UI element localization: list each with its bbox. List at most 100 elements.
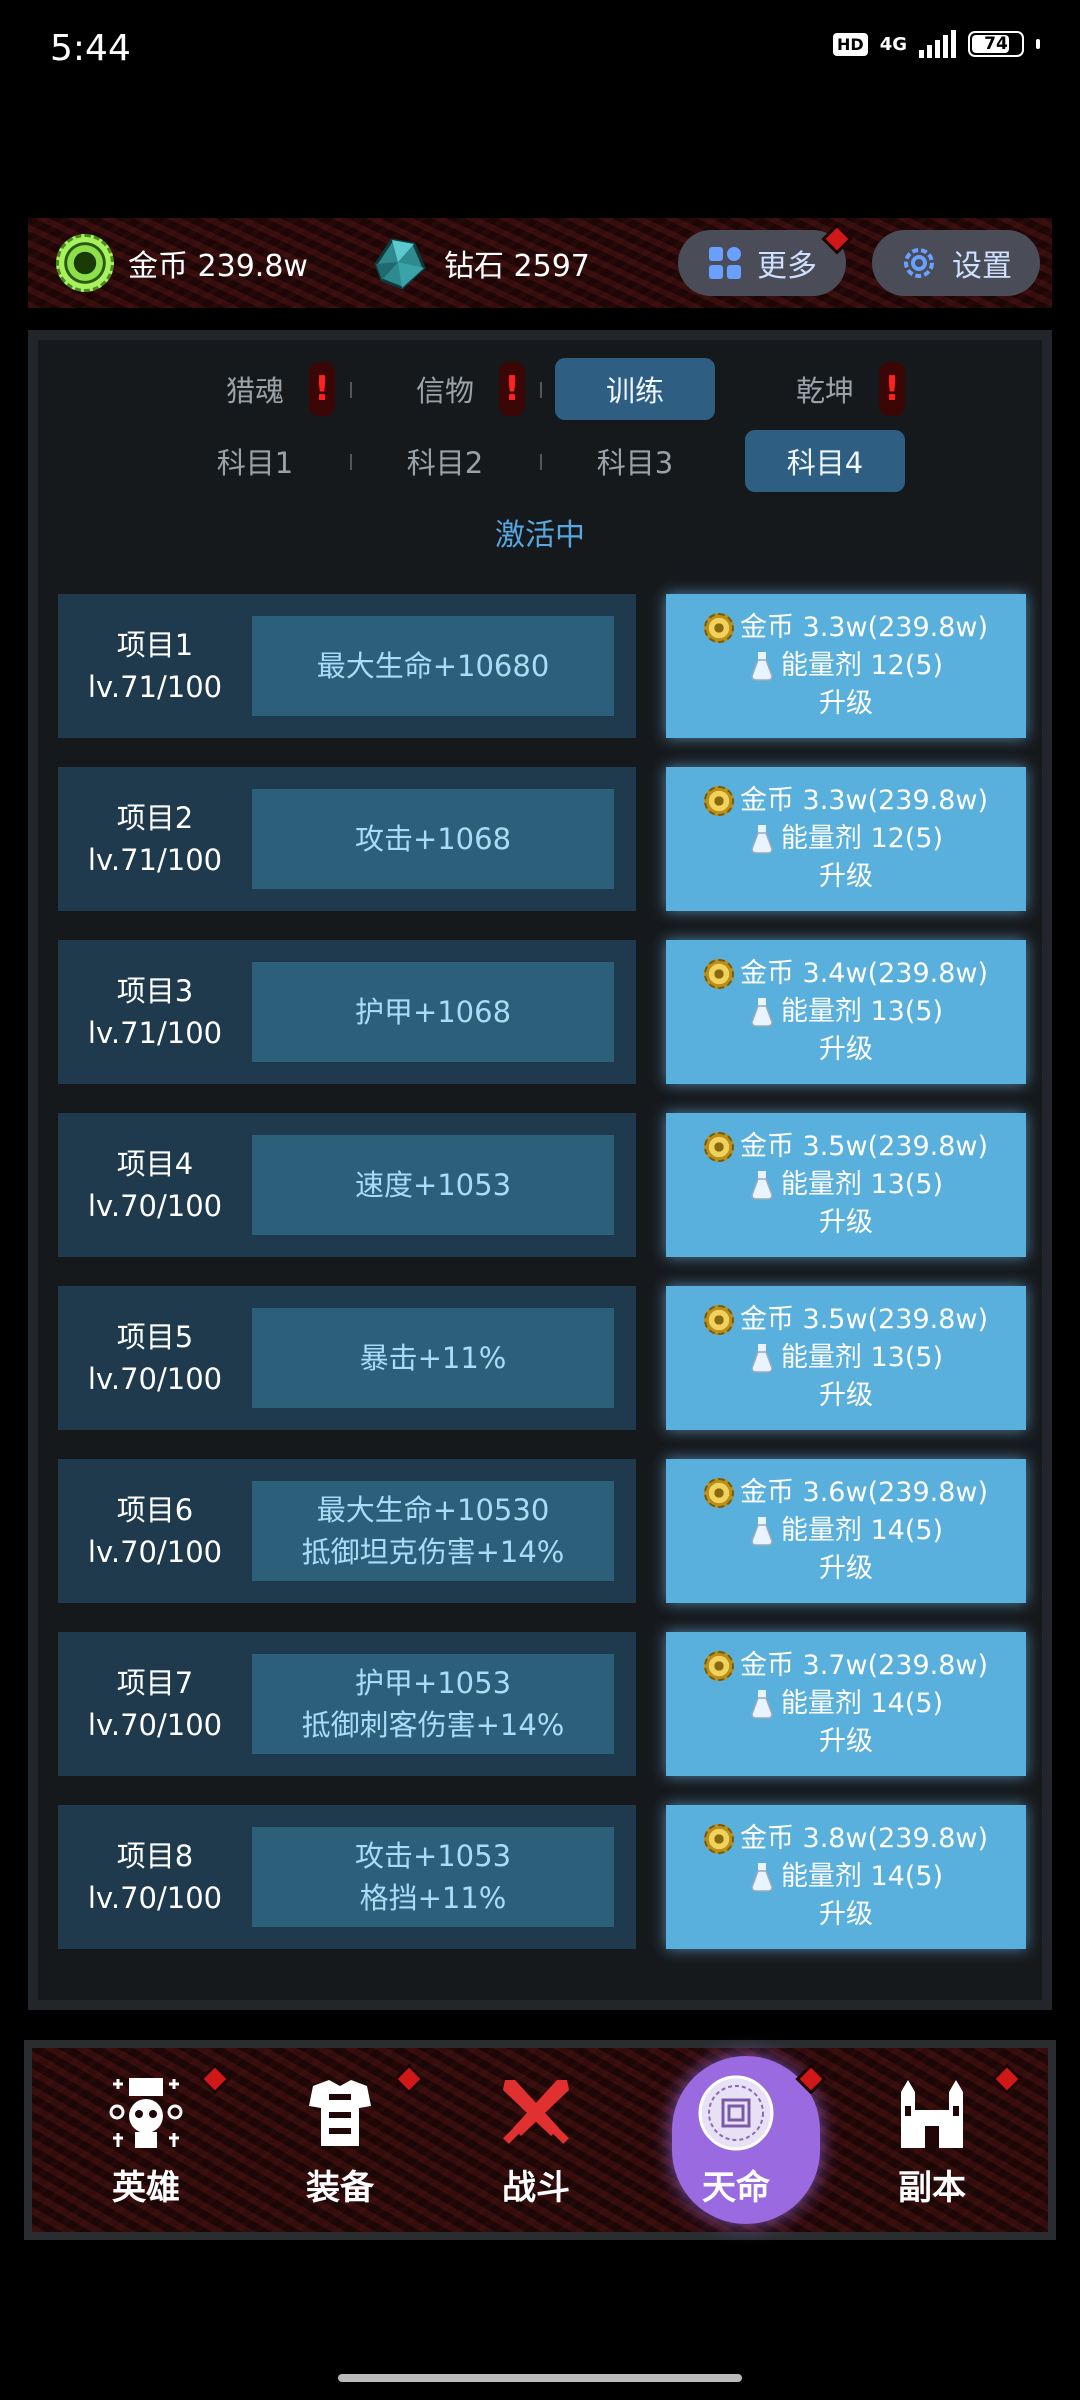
gold-coin-icon	[703, 613, 734, 643]
item-info: 项目1 lv.71/100 最大生命+10680	[58, 594, 636, 738]
energy-cost-text: 能量剂 13(5)	[780, 996, 944, 1027]
tab-hunt-soul[interactable]: 猎魂 !	[175, 358, 352, 420]
gold-coin-icon	[56, 234, 114, 292]
upgrade-button[interactable]: 金币 3.6w(239.8w) 能量剂 14(5) 升级	[666, 1459, 1026, 1603]
item-info: 项目7 lv.70/100 护甲+1053 抵御刺客伤害+14%	[58, 1632, 636, 1776]
tab-subject-1[interactable]: 科目1	[175, 430, 352, 492]
gold-resource: 金币 239.8w	[56, 218, 308, 308]
tab-label: 科目1	[216, 446, 294, 480]
gold-cost-text: 金币 3.7w(239.8w)	[739, 1650, 989, 1681]
effect-line-1: 攻击+1053	[354, 1839, 512, 1873]
gold-cost: 金币 3.5w(239.8w)	[703, 1128, 988, 1166]
grid-icon	[709, 247, 741, 279]
upgrade-label: 升级	[819, 1899, 873, 1930]
energy-cost-text: 能量剂 14(5)	[780, 1688, 944, 1719]
tab-training[interactable]: 训练	[555, 358, 715, 420]
nav-label: 副本	[898, 2167, 966, 2208]
item-effect: 最大生命+10530 抵御坦克伤害+14%	[252, 1481, 614, 1581]
upgrade-button[interactable]: 金币 3.3w(239.8w) 能量剂 12(5) 升级	[666, 767, 1026, 911]
item-level: lv.71/100	[87, 843, 223, 877]
effect-line-2: 格挡+11%	[359, 1881, 507, 1915]
battery-level: 74	[984, 34, 1008, 54]
tab-label: 乾坤	[795, 374, 854, 408]
potion-icon	[751, 1690, 773, 1719]
gold-cost: 金币 3.3w(239.8w)	[703, 782, 989, 820]
item-name-level: 项目6 lv.70/100	[58, 1459, 252, 1603]
gold-coin-icon	[703, 1478, 734, 1508]
tab-subject-3[interactable]: 科目3	[555, 430, 715, 492]
energy-cost: 能量剂 13(5)	[749, 993, 943, 1031]
energy-cost-text: 能量剂 14(5)	[780, 1861, 944, 1892]
upgrade-button[interactable]: 金币 3.3w(239.8w) 能量剂 12(5) 升级	[666, 594, 1026, 738]
item-name-level: 项目3 lv.71/100	[58, 940, 252, 1084]
energy-cost: 能量剂 13(5)	[749, 1339, 943, 1377]
category-tabs: 猎魂 ! 信物 ! 训练 乾坤 !	[38, 358, 1042, 420]
tab-qiankun[interactable]: 乾坤 !	[745, 358, 905, 420]
gold-cost: 金币 3.8w(239.8w)	[703, 1820, 988, 1858]
nav-destiny[interactable]: 天命	[656, 2048, 816, 2232]
status-bar: 5:44 HD 4G 74	[0, 0, 1080, 100]
upgrade-button[interactable]: 金币 3.4w(239.8w) 能量剂 13(5) 升级	[666, 940, 1026, 1084]
item-effect: 攻击+1068	[252, 789, 614, 889]
item-name-level: 项目8 lv.70/100	[58, 1805, 252, 1949]
tab-divider	[540, 382, 542, 398]
alert-icon: !	[499, 362, 525, 416]
upgrade-label: 升级	[819, 1553, 873, 1584]
item-name-level: 项目1 lv.71/100	[58, 594, 252, 738]
gold-coin-icon	[703, 959, 734, 989]
tab-label: 科目2	[406, 446, 484, 480]
item-effect: 攻击+1053 格挡+11%	[252, 1827, 614, 1927]
gold-coin-icon	[703, 786, 734, 816]
battery-tip	[1036, 39, 1040, 49]
tab-token[interactable]: 信物 !	[365, 358, 542, 420]
more-button[interactable]: 更多	[678, 223, 853, 296]
item-name: 项目6	[116, 1493, 194, 1527]
nav-dungeon[interactable]: 副本	[852, 2048, 1012, 2232]
energy-cost-text: 能量剂 14(5)	[780, 1515, 944, 1546]
tab-subject-4[interactable]: 科目4	[745, 430, 905, 492]
gold-cost: 金币 3.5w(239.8w)	[703, 1301, 988, 1339]
item-name-level: 项目5 lv.70/100	[58, 1286, 252, 1430]
item-effect: 速度+1053	[252, 1135, 614, 1235]
nav-label: 英雄	[112, 2167, 180, 2208]
training-item-row: 项目3 lv.71/100 护甲+1068 金币 3.4w(239.8w) 能量…	[58, 940, 1044, 1084]
training-item-row: 项目8 lv.70/100 攻击+1053 格挡+11% 金币 3.8w(239…	[58, 1805, 1044, 1949]
energy-cost-text: 能量剂 13(5)	[780, 1169, 944, 1200]
potion-icon	[751, 1344, 773, 1373]
gold-coin-icon	[703, 1305, 734, 1335]
tab-label: 科目3	[596, 446, 674, 480]
crossed-swords-icon	[503, 2079, 569, 2144]
upgrade-button[interactable]: 金币 3.5w(239.8w) 能量剂 13(5) 升级	[666, 1286, 1026, 1430]
gold-cost: 金币 3.3w(239.8w)	[703, 609, 988, 647]
settings-label: 设置	[952, 249, 1012, 284]
training-item-row: 项目6 lv.70/100 最大生命+10530 抵御坦克伤害+14% 金币 3…	[58, 1459, 1044, 1603]
potion-icon	[751, 825, 773, 854]
tab-label: 信物	[415, 374, 474, 408]
gold-cost-text: 金币 3.3w(239.8w)	[739, 785, 989, 816]
potion-icon	[751, 1171, 773, 1200]
energy-cost: 能量剂 12(5)	[749, 647, 943, 685]
tab-subject-2[interactable]: 科目2	[365, 430, 542, 492]
upgrade-button[interactable]: 金币 3.8w(239.8w) 能量剂 14(5) 升级	[666, 1805, 1026, 1949]
gold-cost: 金币 3.4w(239.8w)	[703, 955, 989, 993]
effect-line-1: 暴击+11%	[359, 1341, 507, 1375]
home-indicator[interactable]	[338, 2374, 742, 2382]
upgrade-button[interactable]: 金币 3.5w(239.8w) 能量剂 13(5) 升级	[666, 1113, 1026, 1257]
training-item-row: 项目5 lv.70/100 暴击+11% 金币 3.5w(239.8w) 能量剂…	[58, 1286, 1044, 1430]
resource-bar: 金币 239.8w 钻石 2597 更多 设置	[28, 218, 1052, 308]
subject-tabs: 科目1 科目2 科目3 科目4	[38, 430, 1042, 492]
notification-dot	[821, 223, 853, 255]
gold-cost-text: 金币 3.6w(239.8w)	[739, 1477, 989, 1508]
diamond-icon	[374, 238, 426, 290]
gold-cost: 金币 3.6w(239.8w)	[703, 1474, 989, 1512]
upgrade-button[interactable]: 金币 3.7w(239.8w) 能量剂 14(5) 升级	[666, 1632, 1026, 1776]
item-effect: 最大生命+10680	[252, 616, 614, 716]
settings-button[interactable]: 设置	[872, 230, 1040, 296]
hd-badge: HD	[833, 32, 868, 56]
gold-cost-text: 金币 3.4w(239.8w)	[739, 958, 989, 989]
training-item-row: 项目1 lv.71/100 最大生命+10680 金币 3.3w(239.8w)…	[58, 594, 1044, 738]
potion-icon	[751, 1517, 773, 1546]
nav-label: 战斗	[502, 2167, 570, 2208]
nav-battle[interactable]: 战斗	[456, 2048, 616, 2232]
effect-line-1: 速度+1053	[354, 1168, 512, 1202]
